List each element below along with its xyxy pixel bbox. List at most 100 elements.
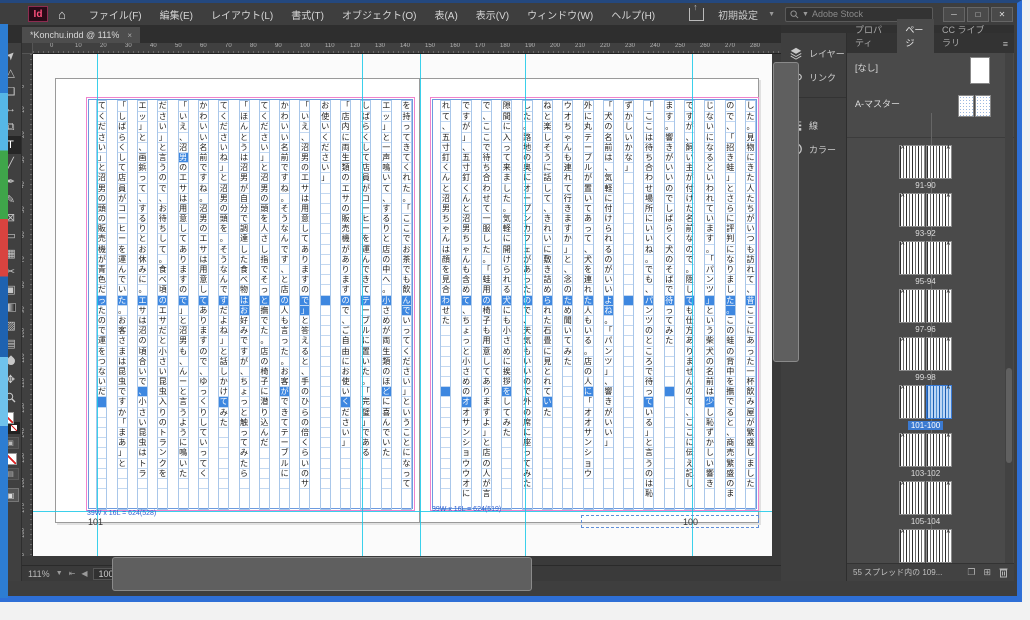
spread-thumbnails[interactable]: AA: [899, 145, 952, 179]
page-thumb-left[interactable]: A: [899, 481, 925, 515]
master-a-thumbnail-left[interactable]: [958, 95, 974, 117]
page100-line-13[interactable]: 隙間に入って来ました。気軽に開けられる犬にも小さめに挨拶をしてみた: [501, 100, 512, 510]
page-thumb-left[interactable]: A: [899, 145, 925, 179]
vertical-scrollbar[interactable]: [772, 54, 781, 556]
page-thumb-right[interactable]: A: [926, 481, 952, 515]
selected-frame-outline[interactable]: [581, 515, 759, 528]
ruler-guide-v-3[interactable]: [525, 54, 526, 556]
page100-line-4[interactable]: ですが、飼い主が付けた名前なので。隠しても仕方ありませんので、ここに伝え記し: [684, 100, 695, 510]
spread-97-96[interactable]: AA 97-96: [847, 289, 1004, 337]
spread-label[interactable]: 101-100: [908, 421, 943, 430]
pages-panel-scrollbar[interactable]: [1005, 53, 1013, 563]
page100-line-15[interactable]: ですが」、五寸釘くんと沼男ちゃんも含めて、ちょっと小さめのオオサンショウウオに: [461, 100, 472, 510]
close-tab-icon[interactable]: ×: [127, 31, 132, 40]
spread-label[interactable]: 91-90: [912, 181, 938, 190]
page100-line-10[interactable]: ウオちゃんも連れて行きますか」と、念のため聞いてみた: [562, 100, 573, 510]
page101-line-9[interactable]: 「ほんとうは沼男が自分で調達した食べ物はお好みですが、ちょっと触ってみたら: [239, 100, 250, 510]
spread-thumbnails[interactable]: AA: [899, 337, 952, 371]
page100-line-6[interactable]: 「ここは待ち合わせ場所にいいね。でも、パンツのところで待っている」と言うのは恥: [643, 100, 654, 510]
ruler-guide-v-2[interactable]: [420, 54, 421, 556]
page-thumb-left[interactable]: A: [899, 289, 925, 323]
page101-line-1[interactable]: を持ってきてくれた。「ここでお茶でも飲んでいってください」ということになって: [401, 100, 412, 510]
new-page-icon[interactable]: ⊞: [983, 567, 991, 578]
menu-4[interactable]: オブジェクト(O): [333, 4, 425, 25]
page-thumb-left[interactable]: A: [899, 193, 925, 227]
page-thumb-right[interactable]: A: [926, 529, 952, 563]
page101-line-8[interactable]: てください」と沼男の頭を人さし指でそっと撫でた。店の椅子に潜り込んだ: [259, 100, 270, 510]
page100-line-5[interactable]: ます。響きがいいのでしばらく犬のそばで待ってみた: [664, 100, 675, 510]
spread-thumbnails[interactable]: AA: [899, 289, 952, 323]
master-none-thumbnail[interactable]: [970, 57, 990, 84]
menu-3[interactable]: 書式(T): [282, 4, 333, 25]
page100-line-9[interactable]: 外に丸テーブルが置いてあって、犬を連れた人もいる。店の人に「オオサンショウ: [583, 100, 594, 510]
page101-line-4[interactable]: 「店内に両生類のエサの販売機がありますので、ご自由にお使いください」: [340, 100, 351, 510]
page-thumb-right[interactable]: A: [926, 337, 952, 371]
text-frame-right[interactable]: した。見物にきた人たちがいつも訪れて、昔ここにあった一杯飲み屋が繁盛しましたので…: [432, 99, 757, 509]
vertical-ruler[interactable]: 0102030405060708090100110120130140150160…: [22, 54, 33, 556]
page101-line-13[interactable]: ださい」と言うので、お待ちして。食べ頃のエサだと小さい昆虫入りのトランクを: [157, 100, 168, 510]
page-thumb-right[interactable]: A: [926, 193, 952, 227]
spread-label[interactable]: 93-92: [912, 229, 938, 238]
horizontal-ruler[interactable]: 0102030405060708090100110120130140150160…: [33, 43, 781, 54]
page101-line-11[interactable]: かわいい名前ですね。沼男のエサは用意してありますので、ゆっくりしていってく: [198, 100, 209, 510]
tab-ページ[interactable]: ページ: [897, 19, 934, 53]
page101-line-7[interactable]: かわいい名前ですね。そうなんです、と店の人も言った。お客ができてテーブルに: [279, 100, 290, 510]
layers-panel[interactable]: レイヤー: [781, 43, 846, 63]
horizontal-scrollbar[interactable]: [22, 556, 781, 565]
panel-menu-icon[interactable]: ≡: [997, 35, 1014, 53]
ruler-guide-v-4[interactable]: [692, 54, 693, 556]
spread-91-90[interactable]: AA 91-90: [847, 145, 1004, 193]
page100-line-14[interactable]: で、ここで待ち合わせて一服した。「蛙用の椅子も用意してありますよ」と店の人が言: [481, 100, 492, 510]
spread-thumbnails[interactable]: AA: [899, 193, 952, 227]
page-101[interactable]: を持ってきてくれた。「ここでお茶でも飲んでいってください」ということになってエッ…: [55, 78, 420, 523]
tab-プロパティ[interactable]: プロパティ: [847, 19, 897, 53]
first-page-button[interactable]: ⇤: [69, 569, 76, 578]
ruler-guide-v-0[interactable]: [97, 54, 98, 556]
page100-line-7[interactable]: ずかしいかな」: [623, 100, 634, 510]
page101-line-15[interactable]: 「しばらくして店員がコーヒーを運んでいた。お客さまは昆虫ですか「まあ」と: [117, 100, 128, 510]
menu-1[interactable]: 編集(E): [151, 4, 202, 25]
spread-label[interactable]: 97-96: [912, 325, 938, 334]
page101-line-12[interactable]: 「いえ、沼男のエサは用意してありますので」と沼男も、んーと言うように鳴いた: [178, 100, 189, 510]
spread-95-94[interactable]: AA 95-94: [847, 241, 1004, 289]
spread-thumbnails[interactable]: AA: [899, 241, 952, 275]
page100-line-2[interactable]: ので、「招き蛙」とさらに評判になりました。この蛙の背中を撫でると、商売繁盛のま: [725, 100, 736, 510]
page101-line-6[interactable]: 「いえ、沼男のエサは用意してありますので」と答えると、手のひらの倍くらいのサ: [299, 100, 310, 510]
menu-2[interactable]: レイアウト(L): [202, 4, 282, 25]
spread-thumbnails[interactable]: AA: [899, 481, 952, 515]
page-thumb-right[interactable]: A: [926, 289, 952, 323]
spread-label[interactable]: 95-94: [912, 277, 938, 286]
page-thumb-left[interactable]: A: [899, 241, 925, 275]
spread-103-102[interactable]: AA103-102: [847, 433, 1004, 481]
page101-line-2[interactable]: エッ」と一声鳴いて、するりと店の中へ。小さめが両生類のほどに喜んでいた: [381, 100, 392, 510]
share-icon[interactable]: [689, 8, 704, 21]
page100-line-3[interactable]: じないになるといわれています。「パンツ」という柴犬の名前は少し恥ずかしい響き: [704, 100, 715, 510]
page100-line-12[interactable]: した。路地の奥にオープンカフェがあったので、天気もいいので外の席に座ってみた: [522, 100, 533, 510]
page-thumb-left[interactable]: A: [899, 337, 925, 371]
home-icon[interactable]: ⌂: [58, 7, 66, 22]
menu-0[interactable]: ファイル(F): [80, 4, 151, 25]
master-none-label[interactable]: [なし]: [855, 61, 878, 74]
page100-line-16[interactable]: れて、五寸釘くんと沼男ちゃんは顔を見合わせた: [440, 100, 451, 510]
zoom-caret-icon[interactable]: ▼: [56, 570, 63, 577]
page-thumb-left[interactable]: A: [899, 385, 925, 419]
menu-6[interactable]: 表示(V): [467, 4, 518, 25]
spread-107-106[interactable]: AA107-106: [847, 529, 1004, 563]
edit-page-size-icon[interactable]: ❐: [967, 567, 975, 578]
spread-93-92[interactable]: AA 93-92: [847, 193, 1004, 241]
document-tab[interactable]: *Konchu.indd @ 111% ×: [22, 27, 140, 43]
page-100[interactable]: した。見物にきた人たちがいつも訪れて、昔ここにあった一杯飲み屋が繁盛しましたので…: [420, 78, 759, 523]
spread-thumbnails[interactable]: AA: [899, 529, 952, 563]
master-a-label[interactable]: A-マスター: [855, 97, 900, 110]
page101-line-5[interactable]: お使いください」: [320, 100, 331, 510]
text-frame-left[interactable]: を持ってきてくれた。「ここでお茶でも飲んでいってください」ということになってエッ…: [88, 99, 413, 509]
page101-line-10[interactable]: てくださいね」と沼男の頭を。そうなんですだよね」と話しかけてみた: [218, 100, 229, 510]
spread-101-100[interactable]: AA 101-100: [847, 385, 1004, 433]
menu-8[interactable]: ヘルプ(H): [602, 4, 664, 25]
menu-7[interactable]: ウィンドウ(W): [518, 4, 602, 25]
ruler-guide-v-1[interactable]: [362, 54, 363, 556]
spread-label[interactable]: 103-102: [908, 469, 943, 478]
tab-CC ライブラリ[interactable]: CC ライブラリ: [934, 19, 997, 53]
spread-thumbnails[interactable]: AA: [899, 385, 952, 419]
spread-99-98[interactable]: AA99-98: [847, 337, 1004, 385]
